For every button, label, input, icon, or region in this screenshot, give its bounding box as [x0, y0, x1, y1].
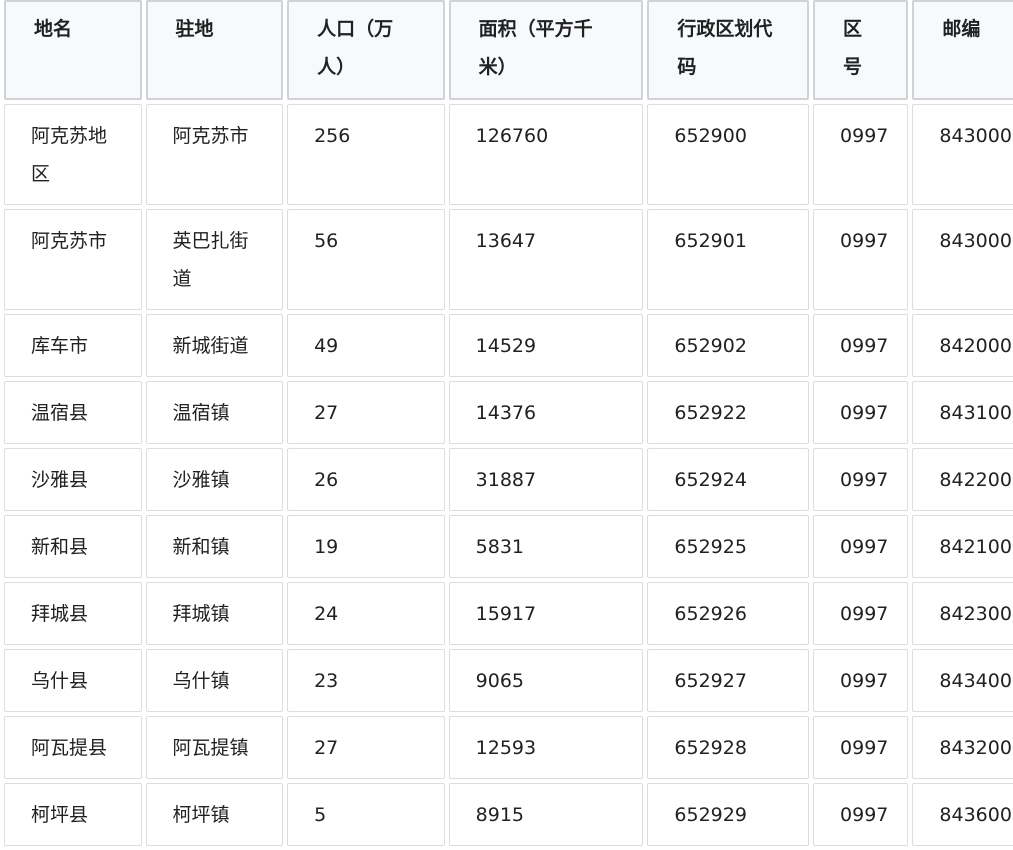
seat-cell: 阿克苏市: [145, 104, 284, 205]
area-cell: 12593: [448, 716, 644, 779]
header-postal-code: 邮编: [912, 0, 1013, 100]
place-name-cell: 柯坪县: [4, 783, 142, 846]
postal-code-cell: 843200: [912, 716, 1013, 779]
table-row: 阿克苏地区 阿克苏市 256 126760 652900 0997 843000: [4, 104, 1013, 205]
population-cell: 56: [287, 209, 445, 310]
division-code-cell: 652925: [647, 515, 810, 578]
table-row: 乌什县 乌什镇 23 9065 652927 0997 843400: [4, 649, 1013, 712]
table-row: 阿克苏市 英巴扎街道 56 13647 652901 0997 843000: [4, 209, 1013, 310]
table-body: 阿克苏地区 阿克苏市 256 126760 652900 0997 843000 阿克苏市 英巴…: [4, 104, 1013, 846]
area-code-cell: 0997: [813, 104, 909, 205]
population-cell: 26: [287, 448, 445, 511]
header-place-name: 地名: [4, 0, 142, 100]
place-name-cell: 阿克苏市: [4, 209, 142, 310]
division-code-cell: 652902: [647, 314, 810, 377]
area-code-cell: 0997: [813, 314, 909, 377]
seat-cell: 沙雅镇: [145, 448, 284, 511]
postal-code-cell: 843000: [912, 209, 1013, 310]
place-name-cell: 阿克苏地区: [4, 104, 142, 205]
area-code-cell: 0997: [813, 783, 909, 846]
postal-code-cell: 842200: [912, 448, 1013, 511]
area-cell: 14529: [448, 314, 644, 377]
population-cell: 49: [287, 314, 445, 377]
place-name-cell: 沙雅县: [4, 448, 142, 511]
division-code-cell: 652926: [647, 582, 810, 645]
table-row: 沙雅县 沙雅镇 26 31887 652924 0997 842200: [4, 448, 1013, 511]
place-name-cell: 拜城县: [4, 582, 142, 645]
area-code-cell: 0997: [813, 716, 909, 779]
area-cell: 8915: [448, 783, 644, 846]
area-code-cell: 0997: [813, 515, 909, 578]
area-cell: 15917: [448, 582, 644, 645]
division-code-cell: 652922: [647, 381, 810, 444]
seat-cell: 英巴扎街道: [145, 209, 284, 310]
division-code-cell: 652929: [647, 783, 810, 846]
area-cell: 14376: [448, 381, 644, 444]
seat-cell: 柯坪镇: [145, 783, 284, 846]
seat-cell: 新城街道: [145, 314, 284, 377]
area-code-cell: 0997: [813, 209, 909, 310]
header-area: 面积（平方千米）: [448, 0, 644, 100]
population-cell: 256: [287, 104, 445, 205]
place-name-cell: 阿瓦提县: [4, 716, 142, 779]
area-cell: 9065: [448, 649, 644, 712]
postal-code-cell: 843000: [912, 104, 1013, 205]
postal-code-cell: 843100: [912, 381, 1013, 444]
table-row: 拜城县 拜城镇 24 15917 652926 0997 842300: [4, 582, 1013, 645]
division-code-cell: 652900: [647, 104, 810, 205]
header-row: 地名 驻地 人口（万人） 面积（平方千米） 行政区划代码 区号 邮编: [4, 0, 1013, 100]
division-code-cell: 652924: [647, 448, 810, 511]
place-name-cell: 库车市: [4, 314, 142, 377]
population-cell: 27: [287, 381, 445, 444]
division-code-cell: 652927: [647, 649, 810, 712]
seat-cell: 温宿镇: [145, 381, 284, 444]
population-cell: 5: [287, 783, 445, 846]
population-cell: 27: [287, 716, 445, 779]
population-cell: 23: [287, 649, 445, 712]
header-seat: 驻地: [145, 0, 284, 100]
header-population: 人口（万人）: [287, 0, 445, 100]
table-row: 新和县 新和镇 19 5831 652925 0997 842100: [4, 515, 1013, 578]
table-row: 阿瓦提县 阿瓦提镇 27 12593 652928 0997 843200: [4, 716, 1013, 779]
place-name-cell: 温宿县: [4, 381, 142, 444]
population-cell: 19: [287, 515, 445, 578]
postal-code-cell: 842100: [912, 515, 1013, 578]
area-code-cell: 0997: [813, 649, 909, 712]
header-division-code: 行政区划代码: [647, 0, 810, 100]
table-row: 柯坪县 柯坪镇 5 8915 652929 0997 843600: [4, 783, 1013, 846]
place-name-cell: 新和县: [4, 515, 142, 578]
table-row: 库车市 新城街道 49 14529 652902 0997 842000: [4, 314, 1013, 377]
place-name-cell: 乌什县: [4, 649, 142, 712]
population-cell: 24: [287, 582, 445, 645]
area-cell: 13647: [448, 209, 644, 310]
area-cell: 5831: [448, 515, 644, 578]
seat-cell: 阿瓦提镇: [145, 716, 284, 779]
area-cell: 31887: [448, 448, 644, 511]
division-code-cell: 652901: [647, 209, 810, 310]
postal-code-cell: 843400: [912, 649, 1013, 712]
postal-code-cell: 843600: [912, 783, 1013, 846]
table-row: 温宿县 温宿镇 27 14376 652922 0997 843100: [4, 381, 1013, 444]
prefecture-table: 地名 驻地 人口（万人） 面积（平方千米） 行政区划代码 区号 邮编 阿克苏地区…: [0, 0, 1013, 850]
seat-cell: 乌什镇: [145, 649, 284, 712]
area-code-cell: 0997: [813, 448, 909, 511]
area-cell: 126760: [448, 104, 644, 205]
postal-code-cell: 842000: [912, 314, 1013, 377]
area-code-cell: 0997: [813, 381, 909, 444]
header-area-code: 区号: [813, 0, 909, 100]
seat-cell: 新和镇: [145, 515, 284, 578]
division-code-cell: 652928: [647, 716, 810, 779]
postal-code-cell: 842300: [912, 582, 1013, 645]
area-code-cell: 0997: [813, 582, 909, 645]
seat-cell: 拜城镇: [145, 582, 284, 645]
table-header: 地名 驻地 人口（万人） 面积（平方千米） 行政区划代码 区号 邮编: [4, 0, 1013, 100]
